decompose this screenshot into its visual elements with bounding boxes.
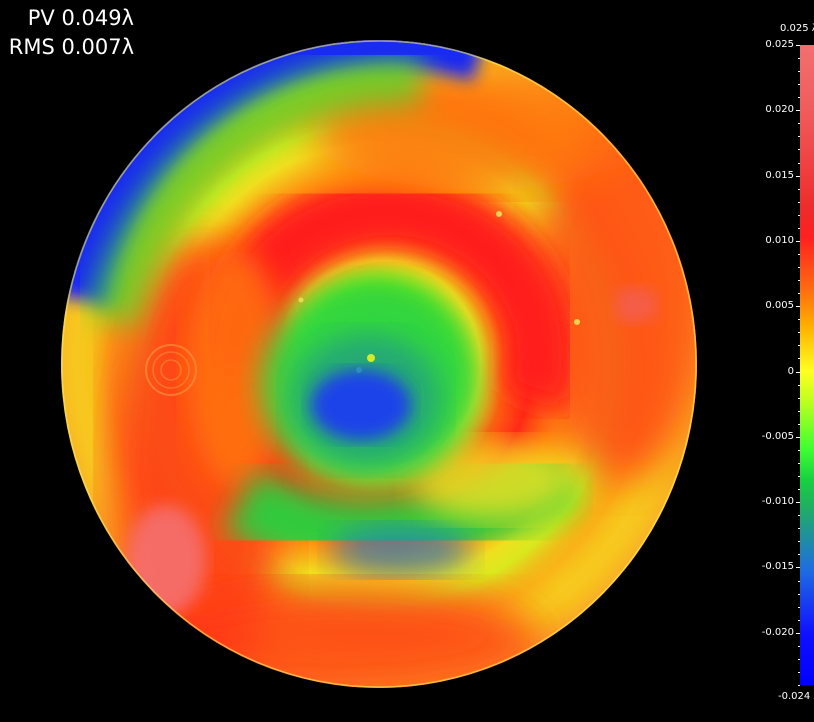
colorbar-min-label: -0.024 λ bbox=[778, 691, 814, 702]
colorbar-tick-label: 0 bbox=[787, 365, 794, 377]
pv-readout: PV 0.049λ bbox=[27, 6, 134, 30]
colorbar-tick-label: -0.020 bbox=[761, 626, 794, 638]
pink-patch-right bbox=[614, 287, 658, 323]
wavefront-map-svg bbox=[61, 40, 697, 688]
lower-blue-patch bbox=[331, 525, 471, 575]
wavefront-map bbox=[61, 40, 697, 688]
colorbar-ticks: 0.025 0.020 0.015 0.010 0.005 0 -0.005 -0.010 -0… bbox=[740, 40, 800, 686]
colorbar-max-label: 0.025 λ bbox=[780, 23, 814, 34]
colorbar-gradient bbox=[800, 45, 814, 685]
pink-patch bbox=[126, 505, 206, 615]
colorbar-tick-label: 0.010 bbox=[765, 234, 794, 246]
dust-speck bbox=[367, 354, 375, 362]
center-blue-spot bbox=[311, 370, 411, 440]
colorbar-tick-label: -0.005 bbox=[761, 430, 794, 442]
colorbar: 0.025 λ 0.025 0.020 0.015 0.010 0.005 0 -0.005… bbox=[740, 20, 814, 710]
colorbar-tick-label: -0.010 bbox=[761, 496, 794, 508]
colorbar-tick-label: 0.005 bbox=[765, 300, 794, 312]
colorbar-tick-label: 0.015 bbox=[765, 169, 794, 181]
colorbar-tick-label: 0.020 bbox=[765, 104, 794, 116]
colorbar-tick-label: 0.025 bbox=[765, 39, 794, 50]
colorbar-tick-label: -0.015 bbox=[761, 561, 794, 573]
colorbar-minor-tick bbox=[798, 685, 800, 686]
